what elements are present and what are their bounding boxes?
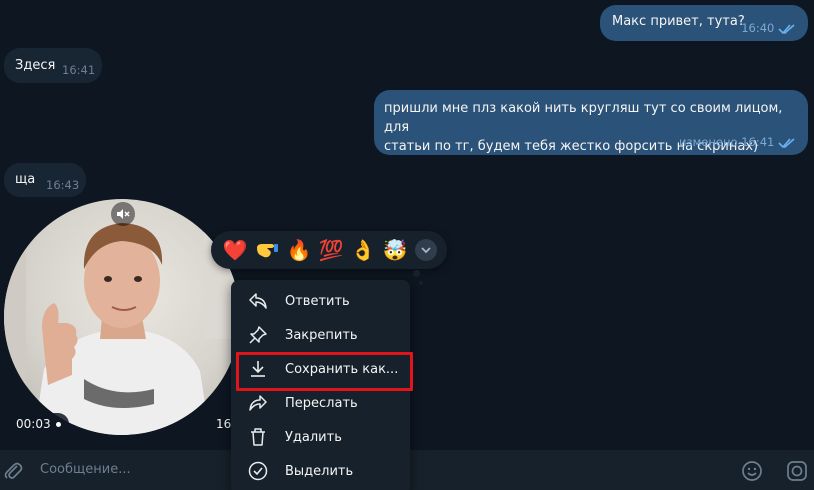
- menu-item-label: Закрепить: [285, 327, 358, 343]
- menu-item-label: Удалить: [285, 429, 342, 445]
- reaction-fire[interactable]: 🔥: [283, 234, 315, 266]
- menu-item-reply[interactable]: Ответить: [231, 284, 410, 318]
- menu-item-label: Ответить: [285, 293, 350, 309]
- menu-item-pin[interactable]: Закрепить: [231, 318, 410, 352]
- message-bubble-incoming[interactable]: Здеся 16:41: [4, 48, 102, 83]
- menu-item-delete[interactable]: Удалить: [231, 420, 410, 454]
- download-icon: [247, 358, 269, 380]
- mute-button[interactable]: [111, 202, 135, 226]
- message-input[interactable]: Сообщение...: [40, 462, 131, 477]
- context-menu: Ответить Закрепить Сохранить как... Пере…: [231, 280, 413, 490]
- reaction-exploding-head[interactable]: 🤯: [379, 234, 411, 266]
- menu-item-forward[interactable]: Переслать: [231, 386, 410, 420]
- message-time: 16:40: [741, 21, 775, 35]
- message-bubble-incoming[interactable]: ща 16:43: [4, 163, 86, 197]
- video-message-icon[interactable]: [786, 460, 808, 482]
- menu-item-label: Сохранить как...: [285, 361, 399, 377]
- video-duration: 00:03: [16, 417, 51, 431]
- reaction-heart[interactable]: ❤️: [219, 234, 251, 266]
- message-text: Макс привет, тута?: [612, 14, 745, 29]
- forward-icon: [247, 392, 269, 414]
- menu-item-select[interactable]: Выделить: [231, 454, 410, 488]
- message-text-line1: пришли мне плз какой нить кругляш тут со…: [384, 101, 783, 135]
- message-time: 16:43: [46, 178, 80, 192]
- expand-reactions-button[interactable]: [415, 239, 437, 261]
- video-time: 16: [216, 417, 232, 431]
- menu-item-label: Выделить: [285, 463, 354, 479]
- double-check-icon: [778, 23, 795, 34]
- message-time: 16:41: [741, 135, 775, 149]
- reactions-bar: ❤️ 🔥 💯 👌 🤯: [211, 231, 447, 269]
- select-check-icon: [247, 460, 269, 482]
- menu-item-save-as[interactable]: Сохранить как...: [231, 352, 413, 391]
- muted-speaker-icon: [117, 209, 130, 219]
- emoji-icon[interactable]: [741, 460, 763, 482]
- trash-icon: [247, 426, 269, 448]
- video-duration-badge: 00:03: [8, 413, 69, 435]
- menu-item-label: Переслать: [285, 395, 358, 411]
- video-frame-person: [4, 219, 240, 435]
- message-time: 16:41: [62, 63, 96, 77]
- chevron-down-icon: [421, 247, 431, 254]
- unread-dot-icon: [55, 421, 61, 427]
- reaction-hundred[interactable]: 💯: [315, 234, 347, 266]
- message-text: Здеся: [15, 58, 56, 73]
- reaction-hand[interactable]: [251, 234, 283, 266]
- reactions-tail: [413, 270, 420, 277]
- pin-icon: [247, 324, 269, 346]
- message-bubble-outgoing[interactable]: Макс привет, тута? 16:40: [600, 5, 808, 41]
- message-text: ща: [15, 172, 36, 187]
- message-bubble-outgoing[interactable]: пришли мне плз какой нить кругляш тут со…: [374, 90, 808, 155]
- reply-icon: [247, 290, 269, 312]
- reaction-ok-hand[interactable]: 👌: [347, 234, 379, 266]
- edited-label: изменено: [679, 135, 738, 149]
- video-message-circle[interactable]: [4, 199, 240, 435]
- reactions-tail: [419, 281, 423, 285]
- double-check-icon: [778, 137, 795, 148]
- attach-icon[interactable]: [2, 460, 24, 482]
- pointing-hand-icon: [257, 244, 278, 258]
